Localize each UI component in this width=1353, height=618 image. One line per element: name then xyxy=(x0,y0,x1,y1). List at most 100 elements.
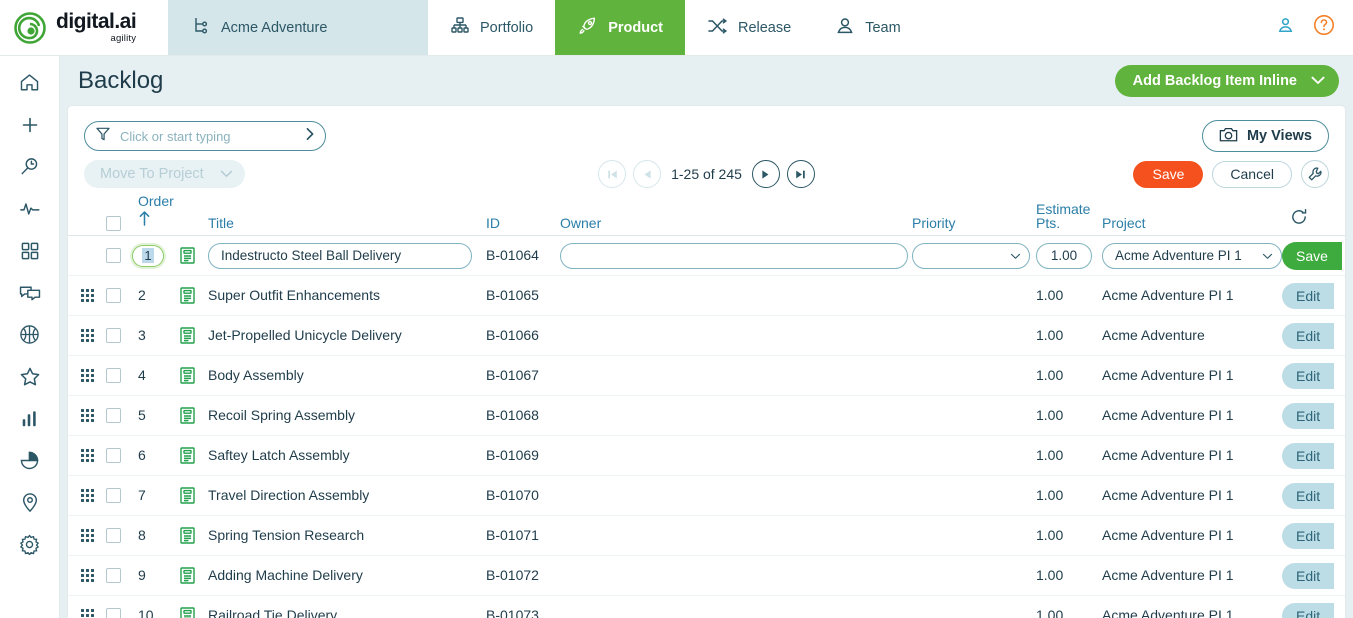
brand-logo-area[interactable]: digital.ai agility xyxy=(0,0,168,55)
row-title-cell[interactable]: Jet-Propelled Unicycle Delivery xyxy=(208,327,486,345)
move-to-project-dropdown[interactable]: Move To Project xyxy=(84,160,245,188)
row-title: Spring Tension Research xyxy=(208,526,365,543)
add-backlog-item-inline-button[interactable]: Add Backlog Item Inline xyxy=(1114,65,1339,97)
filter-search-box[interactable] xyxy=(84,121,326,151)
order-input[interactable]: 1 xyxy=(132,244,164,267)
row-checkbox[interactable] xyxy=(105,448,121,463)
row-save-button[interactable]: Save xyxy=(1282,241,1342,270)
drag-handle-icon[interactable] xyxy=(80,329,94,342)
header-owner[interactable]: Owner xyxy=(560,216,912,231)
header-order[interactable]: Order xyxy=(128,194,180,231)
table-row[interactable]: 2 Super Outfit Enhancements B-01065 1.00 xyxy=(68,276,1345,316)
row-title-cell[interactable]: Recoil Spring Assembly xyxy=(208,407,486,425)
row-title: Recoil Spring Assembly xyxy=(208,406,356,423)
sidebar-item-sports-basketball[interactable] xyxy=(9,318,51,351)
cancel-button[interactable]: Cancel xyxy=(1212,160,1292,188)
drag-handle-icon[interactable] xyxy=(80,609,94,618)
drag-handle-icon[interactable] xyxy=(80,489,94,502)
row-checkbox[interactable] xyxy=(105,288,121,303)
project-select[interactable]: Acme Adventure PI 1 xyxy=(1102,242,1282,269)
sidebar-item-location[interactable] xyxy=(9,486,51,519)
drag-handle-icon[interactable] xyxy=(80,449,94,462)
row-checkbox[interactable] xyxy=(105,248,121,263)
row-title-cell[interactable]: Super Outfit Enhancements xyxy=(208,287,486,305)
tab-portfolio[interactable]: Portfolio xyxy=(428,0,555,55)
drag-handle-icon[interactable] xyxy=(80,569,94,582)
row-title-cell[interactable]: Body Assembly xyxy=(208,367,486,385)
tab-release[interactable]: Release xyxy=(685,0,813,55)
title-input[interactable] xyxy=(208,242,472,269)
table-row[interactable]: 10 Railroad Tie Delivery B-01073 1.00 Ac… xyxy=(68,596,1345,618)
drag-handle-icon[interactable] xyxy=(80,289,94,302)
select-all-checkbox[interactable] xyxy=(105,216,121,231)
estimate-input[interactable] xyxy=(1036,242,1092,269)
row-checkbox-cell xyxy=(98,288,128,303)
table-row[interactable]: 9 Adding Machine Delivery B-01072 1.00 A… xyxy=(68,556,1345,596)
header-estimate[interactable]: Estimate Pts. xyxy=(1036,201,1102,231)
row-edit-button[interactable]: Edit xyxy=(1282,522,1335,549)
edit-row-priority-cell xyxy=(912,242,1036,269)
row-edit-button[interactable]: Edit xyxy=(1282,602,1335,618)
row-checkbox[interactable] xyxy=(105,488,121,503)
filter-input[interactable] xyxy=(120,128,296,144)
page-first-button[interactable] xyxy=(598,160,627,188)
row-title-cell[interactable]: Adding Machine Delivery xyxy=(208,567,486,585)
row-edit-button[interactable]: Edit xyxy=(1282,562,1335,589)
row-project-cell: Acme Adventure PI 1 xyxy=(1102,367,1282,385)
row-checkbox[interactable] xyxy=(105,568,121,583)
row-checkbox[interactable] xyxy=(105,408,121,423)
sidebar-item-conversations[interactable] xyxy=(9,276,51,309)
sidebar-item-add[interactable] xyxy=(9,108,51,141)
drag-handle-icon[interactable] xyxy=(80,409,94,422)
owner-input[interactable] xyxy=(560,242,908,269)
header-project[interactable]: Project xyxy=(1102,216,1282,231)
tab-team[interactable]: Team xyxy=(813,0,922,55)
page-next-button[interactable] xyxy=(751,160,780,188)
header-title[interactable]: Title xyxy=(208,216,486,231)
sidebar-item-activity[interactable] xyxy=(9,192,51,225)
my-views-button[interactable]: My Views xyxy=(1201,120,1329,152)
row-edit-button[interactable]: Edit xyxy=(1282,402,1335,429)
drag-handle-icon[interactable] xyxy=(80,529,94,542)
save-button[interactable]: Save xyxy=(1133,160,1204,188)
table-row[interactable]: 7 Travel Direction Assembly B-01070 1.00 xyxy=(68,476,1345,516)
sidebar-item-apps-grid[interactable] xyxy=(9,234,51,267)
tab-product[interactable]: Product xyxy=(555,0,685,55)
row-checkbox[interactable] xyxy=(105,368,121,383)
sidebar-item-analytics-pie-chart[interactable] xyxy=(9,444,51,477)
sidebar-item-favorites[interactable] xyxy=(9,360,51,393)
row-edit-button[interactable]: Edit xyxy=(1282,322,1335,349)
priority-select[interactable] xyxy=(912,242,1030,269)
nav-project-selector[interactable]: Acme Adventure xyxy=(168,0,428,55)
table-row[interactable]: 5 Recoil Spring Assembly B-01068 1.00 Ac… xyxy=(68,396,1345,436)
page-last-button[interactable] xyxy=(786,160,815,188)
page-prev-button[interactable] xyxy=(633,160,662,188)
table-row[interactable]: 8 Spring Tension Research B-01071 1.00 A… xyxy=(68,516,1345,556)
row-title-cell[interactable]: Saftey Latch Assembly xyxy=(208,447,486,465)
row-title-cell[interactable]: Spring Tension Research xyxy=(208,527,486,545)
chevron-right-icon[interactable] xyxy=(305,127,316,146)
user-account-icon[interactable] xyxy=(1276,16,1295,40)
wrench-settings-icon[interactable] xyxy=(1301,160,1329,188)
row-title-cell[interactable]: Railroad Tie Delivery xyxy=(208,607,486,618)
header-priority[interactable]: Priority xyxy=(912,216,1036,231)
row-checkbox[interactable] xyxy=(105,608,121,618)
table-row[interactable]: 4 Body Assembly B-01067 1.00 Acme Advent… xyxy=(68,356,1345,396)
row-title-cell[interactable]: Travel Direction Assembly xyxy=(208,487,486,505)
row-edit-button[interactable]: Edit xyxy=(1282,362,1335,389)
sidebar-item-home[interactable] xyxy=(9,66,51,99)
sidebar-item-search[interactable] xyxy=(9,150,51,183)
row-edit-button[interactable]: Edit xyxy=(1282,282,1335,309)
table-row[interactable]: 3 Jet-Propelled Unicycle Delivery B-0106… xyxy=(68,316,1345,356)
row-checkbox[interactable] xyxy=(105,328,121,343)
help-question-icon[interactable] xyxy=(1313,14,1335,41)
sidebar-item-settings[interactable] xyxy=(9,528,51,561)
refresh-icon[interactable] xyxy=(1290,208,1308,231)
sidebar-item-reports-bar-chart[interactable] xyxy=(9,402,51,435)
header-id[interactable]: ID xyxy=(486,216,560,231)
row-edit-button[interactable]: Edit xyxy=(1282,482,1335,509)
drag-handle-icon[interactable] xyxy=(80,369,94,382)
table-row[interactable]: 6 Saftey Latch Assembly B-01069 1.00 Acm… xyxy=(68,436,1345,476)
row-edit-button[interactable]: Edit xyxy=(1282,442,1335,469)
row-checkbox[interactable] xyxy=(105,528,121,543)
